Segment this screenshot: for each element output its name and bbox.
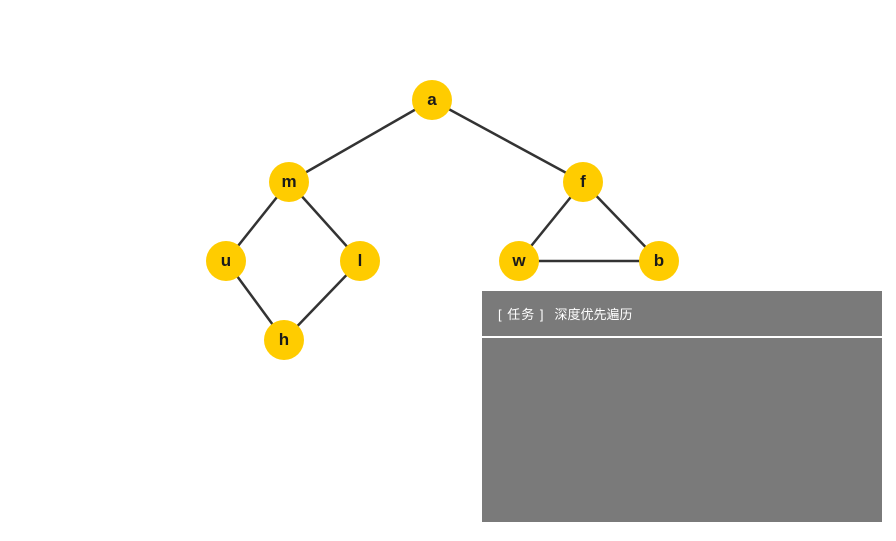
node-b[interactable]: b xyxy=(639,241,679,281)
task-label: [ 任务 ] xyxy=(498,304,544,323)
node-a[interactable]: a xyxy=(412,80,452,120)
node-h[interactable]: h xyxy=(264,320,304,360)
node-m[interactable]: m xyxy=(269,162,309,202)
task-body xyxy=(482,338,882,522)
node-l[interactable]: l xyxy=(340,241,380,281)
edge-a-m xyxy=(289,100,432,182)
node-w[interactable]: w xyxy=(499,241,539,281)
task-panel: [ 任务 ] 深度优先遍历 xyxy=(482,291,882,522)
task-header: [ 任务 ] 深度优先遍历 xyxy=(482,291,882,336)
node-u[interactable]: u xyxy=(206,241,246,281)
node-f[interactable]: f xyxy=(563,162,603,202)
edge-a-f xyxy=(432,100,583,182)
task-title: 深度优先遍历 xyxy=(554,304,632,323)
